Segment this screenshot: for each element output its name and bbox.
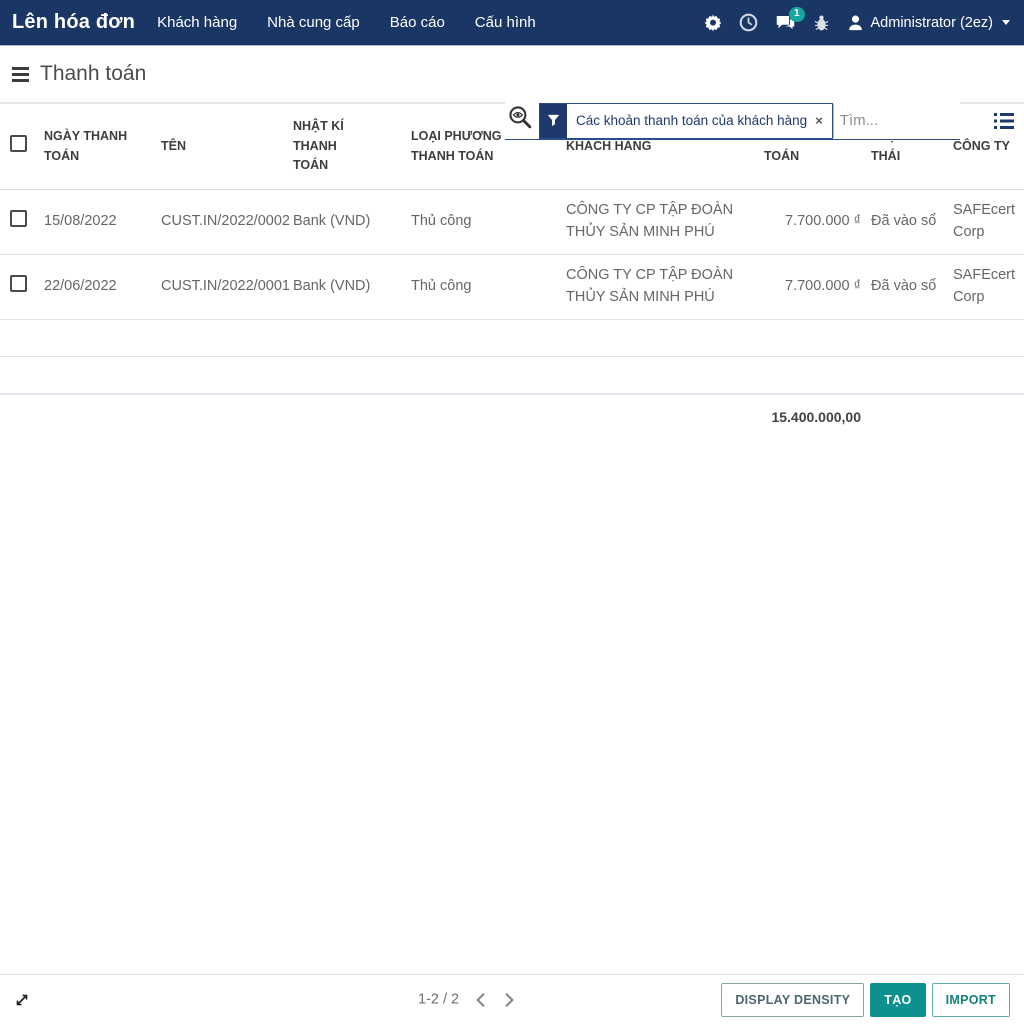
table-row[interactable]: 15/08/2022 CUST.IN/2022/0002 Bank (VND) … xyxy=(0,190,1024,255)
cell-method: Thủ công xyxy=(407,255,562,320)
cell-customer: CÔNG TY CP TẬP ĐOÀN THỦY SẢN MINH PHÚ xyxy=(562,255,760,320)
cell-customer: CÔNG TY CP TẬP ĐOÀN THỦY SẢN MINH PHÚ xyxy=(562,190,760,255)
action-buttons: DISPLAY DENSITY TẠO IMPORT xyxy=(721,983,1010,1017)
top-navbar: Lên hóa đơn Khách hàng Nhà cung cấp Báo … xyxy=(0,0,1024,46)
sidebar-toggle-icon[interactable] xyxy=(12,65,29,84)
cell-date: 15/08/2022 xyxy=(40,190,157,255)
table-row[interactable]: 22/06/2022 CUST.IN/2022/0001 Bank (VND) … xyxy=(0,255,1024,320)
control-panel: Thanh toán Các khoản thanh toán của khác… xyxy=(0,46,1024,103)
cell-journal: Bank (VND) xyxy=(289,255,407,320)
cell-name: CUST.IN/2022/0002 xyxy=(157,190,289,255)
search-input[interactable] xyxy=(833,104,960,138)
gear-icon[interactable] xyxy=(704,14,722,32)
next-page-icon[interactable] xyxy=(502,990,517,1009)
display-density-button[interactable]: DISPLAY DENSITY xyxy=(721,983,864,1017)
table-footer-row: 15.400.000,00 xyxy=(0,394,1024,440)
facet-remove-icon[interactable]: × xyxy=(813,104,832,138)
import-button[interactable]: IMPORT xyxy=(932,983,1010,1017)
menu-item-customers[interactable]: Khách hàng xyxy=(157,14,237,31)
main-menu: Khách hàng Nhà cung cấp Báo cáo Cấu hình xyxy=(157,14,536,31)
cell-status: Đã vào sổ xyxy=(867,190,949,255)
pagination-range: 1-2 / 2 xyxy=(418,992,459,1008)
menu-item-settings[interactable]: Cấu hình xyxy=(475,14,536,31)
payments-table: NGÀY THANH TOÁN TÊN NHẬT KÍ THANH TOÁN L… xyxy=(0,103,1024,440)
cell-amount: 7.700.000 ₫ xyxy=(760,190,867,255)
page-title: Thanh toán xyxy=(40,62,146,86)
messages-icon[interactable]: 1 xyxy=(775,14,796,32)
pagination: 1-2 / 2 xyxy=(418,990,517,1009)
expand-icon[interactable] xyxy=(14,992,30,1008)
bug-icon[interactable] xyxy=(813,14,830,32)
search-magnifier-icon[interactable] xyxy=(507,104,534,136)
app-name[interactable]: Lên hóa đơn xyxy=(12,11,135,34)
search-bar: Các khoản thanh toán của khách hàng × xyxy=(505,102,960,140)
activities-clock-icon[interactable] xyxy=(739,13,758,32)
user-menu[interactable]: Administrator (2ez) xyxy=(847,14,1010,31)
menu-item-reports[interactable]: Báo cáo xyxy=(390,14,445,31)
empty-row xyxy=(0,357,1024,394)
cell-amount: 7.700.000 ₫ xyxy=(760,255,867,320)
row-checkbox[interactable] xyxy=(10,275,27,292)
topbar-right: 1 Administrator (2ez) xyxy=(704,13,1010,32)
chevron-down-icon xyxy=(1002,20,1010,25)
select-all-header xyxy=(0,104,40,190)
search-facet: Các khoản thanh toán của khách hàng × xyxy=(539,103,833,139)
menu-item-vendors[interactable]: Nhà cung cấp xyxy=(267,14,360,31)
create-button[interactable]: TẠO xyxy=(870,983,925,1017)
total-amount: 15.400.000,00 xyxy=(760,394,867,440)
column-header-name[interactable]: TÊN xyxy=(157,104,289,190)
empty-row xyxy=(0,320,1024,357)
cell-company: SAFEcert Corp xyxy=(949,255,1024,320)
column-header-date[interactable]: NGÀY THANH TOÁN xyxy=(40,104,157,190)
cell-name: CUST.IN/2022/0001 xyxy=(157,255,289,320)
previous-page-icon[interactable] xyxy=(473,990,488,1009)
user-label: Administrator (2ez) xyxy=(871,15,993,31)
bottom-bar: 1-2 / 2 DISPLAY DENSITY TẠO IMPORT xyxy=(0,974,1024,1024)
notification-badge: 1 xyxy=(789,7,805,22)
search-facet-label: Các khoản thanh toán của khách hàng xyxy=(567,104,813,138)
filter-funnel-icon xyxy=(540,104,567,138)
cell-date: 22/06/2022 xyxy=(40,255,157,320)
column-header-journal[interactable]: NHẬT KÍ THANH TOÁN xyxy=(289,104,407,190)
list-view-icon[interactable] xyxy=(994,112,1014,135)
cell-status: Đã vào sổ xyxy=(867,255,949,320)
user-avatar-icon xyxy=(847,14,864,31)
select-all-checkbox[interactable] xyxy=(10,135,27,152)
cell-journal: Bank (VND) xyxy=(289,190,407,255)
row-checkbox[interactable] xyxy=(10,210,27,227)
cell-method: Thủ công xyxy=(407,190,562,255)
cell-company: SAFEcert Corp xyxy=(949,190,1024,255)
